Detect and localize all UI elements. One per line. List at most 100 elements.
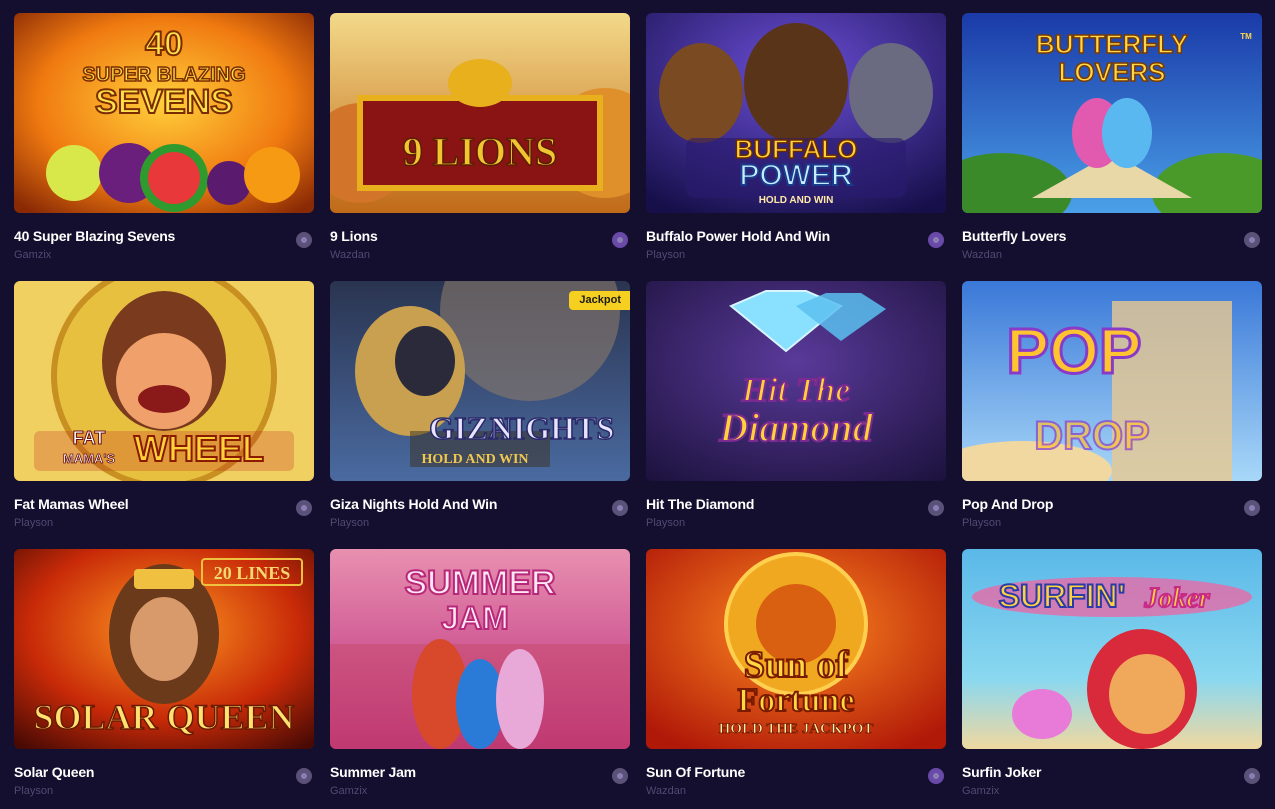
game-card[interactable]: 20 LINES SOLAR QUEEN Solar Queen Playson <box>14 549 314 797</box>
game-art: SURFIN' Joker <box>962 549 1262 749</box>
info-dot-icon[interactable] <box>296 768 312 784</box>
game-title[interactable]: Summer Jam <box>330 764 630 780</box>
game-thumbnail[interactable]: 9 LIONS <box>330 13 630 213</box>
game-thumbnail[interactable]: Hit The Diamond <box>646 281 946 481</box>
game-card[interactable]: BUTTERFLY LOVERS TM Butterfly Lovers Waz… <box>962 13 1262 261</box>
game-title[interactable]: Giza Nights Hold And Win <box>330 496 630 512</box>
art-text: 20 LINES <box>214 563 291 583</box>
game-card[interactable]: 9 LIONS 9 Lions Wazdan <box>330 13 630 261</box>
game-card[interactable]: BUFFALO POWER HOLD AND WIN Buffalo Power… <box>646 13 946 261</box>
game-thumbnail[interactable]: SURFIN' Joker <box>962 549 1262 749</box>
game-card[interactable]: POP DROP Pop And Drop Playson <box>962 281 1262 529</box>
game-title[interactable]: Buffalo Power Hold And Win <box>646 228 946 244</box>
game-card[interactable]: GIZA NIGHTS HOLD AND WIN Jackpot Giza Ni… <box>330 281 630 529</box>
game-info: Summer Jam Gamzix <box>330 764 630 797</box>
info-dot-icon[interactable] <box>296 500 312 516</box>
game-art: SUMMER JAM <box>330 549 630 749</box>
art-text: DROP <box>1034 414 1150 458</box>
game-art: BUTTERFLY LOVERS TM <box>962 13 1262 213</box>
game-art: FAT MAMA'S WHEEL <box>14 281 314 481</box>
game-info: Solar Queen Playson <box>14 764 314 797</box>
art-text: Hit The <box>741 372 851 409</box>
game-card[interactable]: FAT MAMA'S WHEEL Fat Mamas Wheel Playson <box>14 281 314 529</box>
info-dot-icon[interactable] <box>928 500 944 516</box>
game-info: Sun Of Fortune Wazdan <box>646 764 946 797</box>
game-info: Butterfly Lovers Wazdan <box>962 228 1262 261</box>
game-info: Hit The Diamond Playson <box>646 496 946 529</box>
info-dot-icon[interactable] <box>296 232 312 248</box>
game-provider: Playson <box>14 785 54 797</box>
art-text: LOVERS <box>1059 57 1166 87</box>
game-title[interactable]: Sun Of Fortune <box>646 764 946 780</box>
game-provider: Gamzix <box>962 785 1000 797</box>
game-provider: Playson <box>646 517 686 529</box>
game-card[interactable]: SURFIN' Joker Surfin Joker Gamzix <box>962 549 1262 797</box>
game-provider: Gamzix <box>330 785 368 797</box>
info-dot-icon[interactable] <box>612 500 628 516</box>
game-thumbnail[interactable]: Sun of Fortune HOLD THE JACKPOT <box>646 549 946 749</box>
game-art: 40 SUPER BLAZING SEVENS <box>14 13 314 213</box>
info-dot-icon[interactable] <box>928 232 944 248</box>
game-card[interactable]: SUMMER JAM Summer Jam Gamzix <box>330 549 630 797</box>
art-text: SUMMER <box>404 564 555 602</box>
game-info: Surfin Joker Gamzix <box>962 764 1262 797</box>
game-card[interactable]: Hit The Diamond Hit The Diamond Playson <box>646 281 946 529</box>
info-dot-icon[interactable] <box>928 768 944 784</box>
game-info: Fat Mamas Wheel Playson <box>14 496 314 529</box>
game-thumbnail[interactable]: POP DROP <box>962 281 1262 481</box>
game-title[interactable]: Butterfly Lovers <box>962 228 1262 244</box>
game-info: 40 Super Blazing Sevens Gamzix <box>14 228 314 261</box>
info-dot-icon[interactable] <box>1244 768 1260 784</box>
art-text: Joker <box>1143 583 1210 614</box>
game-provider: Playson <box>330 517 370 529</box>
game-thumbnail[interactable]: BUTTERFLY LOVERS TM <box>962 13 1262 213</box>
game-art: Hit The Diamond <box>646 281 946 481</box>
game-thumbnail[interactable]: 20 LINES SOLAR QUEEN <box>14 549 314 749</box>
game-art: BUFFALO POWER HOLD AND WIN <box>646 13 946 213</box>
info-dot-icon[interactable] <box>1244 500 1260 516</box>
art-text: TM <box>1240 32 1252 41</box>
art-text: SEVENS <box>95 83 233 121</box>
games-grid: 40 SUPER BLAZING SEVENS 40 Super Blazing… <box>14 13 1262 797</box>
game-art: GIZA NIGHTS HOLD AND WIN <box>330 281 630 481</box>
jackpot-badge: Jackpot <box>569 291 630 310</box>
art-text: 40 <box>145 25 183 63</box>
game-title[interactable]: Surfin Joker <box>962 764 1262 780</box>
game-thumbnail[interactable]: GIZA NIGHTS HOLD AND WIN Jackpot <box>330 281 630 481</box>
art-text: SURFIN' <box>999 578 1126 614</box>
game-provider: Wazdan <box>962 249 1002 261</box>
game-card[interactable]: Sun of Fortune HOLD THE JACKPOT Sun Of F… <box>646 549 946 797</box>
info-dot-icon[interactable] <box>612 232 628 248</box>
game-thumbnail[interactable]: FAT MAMA'S WHEEL <box>14 281 314 481</box>
art-text: WHEEL <box>134 428 264 469</box>
game-thumbnail[interactable]: SUMMER JAM <box>330 549 630 749</box>
art-text: HOLD AND WIN <box>759 195 834 206</box>
art-text: HOLD AND WIN <box>421 452 528 467</box>
game-title[interactable]: 9 Lions <box>330 228 630 244</box>
art-text: NIGHTS <box>490 410 614 446</box>
art-text: Diamond <box>718 405 873 450</box>
game-info: 9 Lions Wazdan <box>330 228 630 261</box>
game-art: Sun of Fortune HOLD THE JACKPOT <box>646 549 946 749</box>
art-text: JAM <box>441 600 509 636</box>
game-card[interactable]: 40 SUPER BLAZING SEVENS 40 Super Blazing… <box>14 13 314 261</box>
art-text: BUTTERFLY <box>1036 29 1188 59</box>
game-provider: Wazdan <box>330 249 370 261</box>
info-dot-icon[interactable] <box>612 768 628 784</box>
game-provider: Wazdan <box>646 785 686 797</box>
game-art: POP DROP <box>962 281 1262 481</box>
game-art: 9 LIONS <box>330 13 630 213</box>
game-title[interactable]: Pop And Drop <box>962 496 1262 512</box>
art-text: 9 LIONS <box>403 129 558 174</box>
game-title[interactable]: Hit The Diamond <box>646 496 946 512</box>
game-info: Buffalo Power Hold And Win Playson <box>646 228 946 261</box>
game-title[interactable]: Fat Mamas Wheel <box>14 496 314 512</box>
game-title[interactable]: Solar Queen <box>14 764 314 780</box>
art-text: FAT <box>73 428 106 448</box>
game-provider: Gamzix <box>14 249 52 261</box>
game-thumbnail[interactable]: 40 SUPER BLAZING SEVENS <box>14 13 314 213</box>
game-thumbnail[interactable]: BUFFALO POWER HOLD AND WIN <box>646 13 946 213</box>
info-dot-icon[interactable] <box>1244 232 1260 248</box>
game-title[interactable]: 40 Super Blazing Sevens <box>14 228 314 244</box>
art-text: Sun of <box>744 644 850 686</box>
